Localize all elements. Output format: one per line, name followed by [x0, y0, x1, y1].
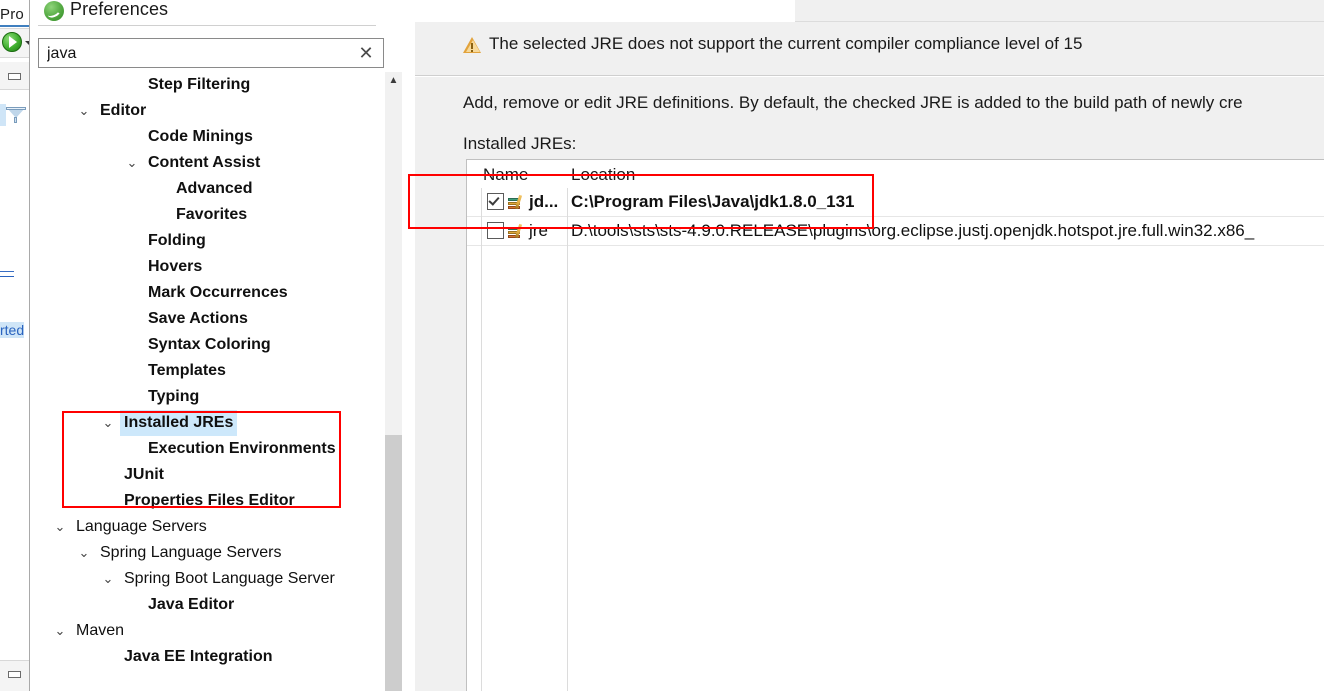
jre-table[interactable]: Name Location jd... C:\Program Files\Java… — [466, 159, 1324, 691]
tree-item-label: Spring Boot Language Server — [124, 570, 335, 587]
jre-name-cell: jd... — [529, 192, 559, 211]
tree-item-label: Properties Files Editor — [124, 492, 295, 509]
table-header-row: Name Location — [467, 160, 1324, 188]
tree-item-spring-boot-language-server[interactable]: ⌄ Spring Boot Language Server — [38, 566, 384, 592]
column-header-name[interactable]: Name — [483, 165, 528, 185]
tree-scrollbar[interactable]: ▲ — [385, 72, 402, 691]
tree-item-code-minings[interactable]: Code Minings — [38, 124, 384, 150]
installed-jres-panel: The selected JRE does not support the cu… — [415, 0, 1324, 691]
chevron-down-icon[interactable]: ⌄ — [100, 566, 116, 592]
tree-item-label: Syntax Coloring — [148, 336, 271, 353]
minimize-icon-bottom[interactable] — [8, 671, 21, 678]
tree-item-properties-files-editor[interactable]: Properties Files Editor — [38, 488, 384, 514]
tree-item-label: Language Servers — [76, 518, 207, 535]
tree-item-label: Editor — [100, 102, 147, 119]
tree-item-label: Hovers — [148, 258, 203, 275]
jre-location-cell: D:\tools\sts\sts-4.9.0.RELEASE\plugins\o… — [571, 221, 1255, 240]
preferences-tree[interactable]: Step Filtering ⌄ Editor Code Minings ⌄ Conten… — [38, 72, 384, 691]
panel-body: Add, remove or edit JRE definitions. By … — [415, 77, 1324, 691]
tree-item-label: Spring Language Servers — [100, 544, 282, 561]
ide-link-bottom[interactable]: rted — [0, 322, 30, 338]
tree-item-content-assist[interactable]: ⌄ Content Assist — [38, 150, 384, 176]
chevron-down-icon[interactable]: ⌄ — [52, 514, 68, 540]
jre-location-cell: C:\Program Files\Java\jdk1.8.0_131 — [571, 192, 855, 211]
tree-item-label: Installed JREs — [120, 410, 238, 436]
tree-item-step-filtering[interactable]: Step Filtering — [38, 72, 384, 98]
tree-item-label: Execution Environments — [148, 440, 336, 457]
warning-triangle-icon — [463, 37, 482, 54]
tree-item-hovers[interactable]: Hovers — [38, 254, 384, 280]
dialog-title: Preferences — [70, 0, 169, 19]
tree-item-typing[interactable]: Typing — [38, 384, 384, 410]
minimize-icon[interactable] — [8, 73, 21, 80]
jre-checkbox[interactable] — [487, 222, 504, 239]
chevron-down-icon[interactable]: ⌄ — [100, 410, 116, 436]
warning-message-area: The selected JRE does not support the cu… — [415, 22, 1324, 76]
project-explorer-tabstrip[interactable]: Pro — [0, 0, 30, 27]
tree-panel-divider — [402, 0, 403, 691]
table-row[interactable]: jre D:\tools\sts\sts-4.9.0.RELEASE\plugin… — [467, 217, 1324, 245]
title-divider — [38, 25, 376, 26]
installed-jres-label: Installed JREs: — [463, 134, 577, 153]
tree-item-label: Maven — [76, 622, 125, 639]
tree-item-folding[interactable]: Folding — [38, 228, 384, 254]
search-input[interactable] — [47, 43, 347, 64]
tree-item-label: Mark Occurrences — [148, 284, 288, 301]
panel-description: Add, remove or edit JRE definitions. By … — [463, 93, 1243, 112]
preferences-dialog: Preferences ✕ Step Filtering ⌄ EditorCode … — [30, 0, 1324, 691]
tree-item-label: Content Assist — [148, 154, 261, 171]
warning-message-text: The selected JRE does not support the cu… — [489, 34, 1083, 53]
tree-item-mark-occurrences[interactable]: Mark Occurrences — [38, 280, 384, 306]
tree-item-syntax-coloring[interactable]: Syntax Coloring — [38, 332, 384, 358]
chevron-down-icon[interactable]: ⌄ — [76, 98, 92, 124]
tree-item-label: Java EE Integration — [124, 648, 273, 665]
tree-scrollbar-thumb[interactable] — [385, 435, 402, 691]
tree-item-save-actions[interactable]: Save Actions — [38, 306, 384, 332]
tree-item-spring-language-servers[interactable]: ⌄ Spring Language Servers — [38, 540, 384, 566]
tree-item-label: Save Actions — [148, 310, 248, 327]
tree-item-junit[interactable]: JUnit — [38, 462, 384, 488]
ide-link-bottom-label: rted — [0, 322, 25, 338]
spring-logo-icon — [44, 1, 64, 21]
tree-item-maven[interactable]: ⌄ Maven — [38, 618, 384, 644]
filter-search-box[interactable]: ✕ — [38, 38, 384, 68]
tree-item-favorites[interactable]: Favorites — [38, 202, 384, 228]
project-explorer-tab-label[interactable]: Pro — [0, 6, 30, 27]
tree-item-label: Favorites — [176, 206, 248, 223]
column-header-location[interactable]: Location — [571, 165, 635, 185]
tree-item-label: JUnit — [124, 466, 164, 483]
tree-item-installed-jres[interactable]: ⌄ Installed JREs — [38, 410, 384, 436]
chevron-down-icon[interactable]: ⌄ — [76, 540, 92, 566]
jre-books-icon — [508, 223, 525, 239]
tree-item-label: Code Minings — [148, 128, 253, 145]
tree-item-label: Templates — [148, 362, 226, 379]
jre-name-cell: jre — [529, 221, 548, 240]
tree-item-java-ee-integration[interactable]: Java EE Integration — [38, 644, 384, 670]
run-icon[interactable] — [2, 32, 22, 52]
tree-item-language-servers[interactable]: ⌄ Language Servers — [38, 514, 384, 540]
table-row-separator — [467, 245, 1324, 246]
chevron-down-icon[interactable]: ⌄ — [52, 618, 68, 644]
tree-item-execution-environments[interactable]: Execution Environments — [38, 436, 384, 462]
panel-top-gap — [415, 0, 795, 22]
jre-checkbox[interactable] — [487, 193, 504, 210]
filter-funnel-icon[interactable] — [6, 106, 26, 126]
ide-link-top[interactable]: — — [0, 262, 22, 278]
tree-item-java-editor[interactable]: Java Editor — [38, 592, 384, 618]
tree-item-label: Step Filtering — [148, 76, 251, 93]
chevron-down-icon[interactable]: ⌄ — [124, 150, 140, 176]
tree-item-editor[interactable]: ⌄ Editor — [38, 98, 384, 124]
jre-books-icon — [508, 194, 525, 210]
tree-item-templates[interactable]: Templates — [38, 358, 384, 384]
table-row[interactable]: jd... C:\Program Files\Java\jdk1.8.0_131 — [467, 188, 1324, 216]
tree-item-label: Typing — [148, 388, 200, 405]
chevron-up-icon[interactable]: ▲ — [385, 72, 402, 90]
tree-item-label: Advanced — [176, 180, 253, 197]
tree-item-label: Java Editor — [148, 596, 235, 613]
tree-item-label: Folding — [148, 232, 206, 249]
tree-item-advanced[interactable]: Advanced — [38, 176, 384, 202]
clear-x-icon[interactable]: ✕ — [357, 43, 375, 63]
